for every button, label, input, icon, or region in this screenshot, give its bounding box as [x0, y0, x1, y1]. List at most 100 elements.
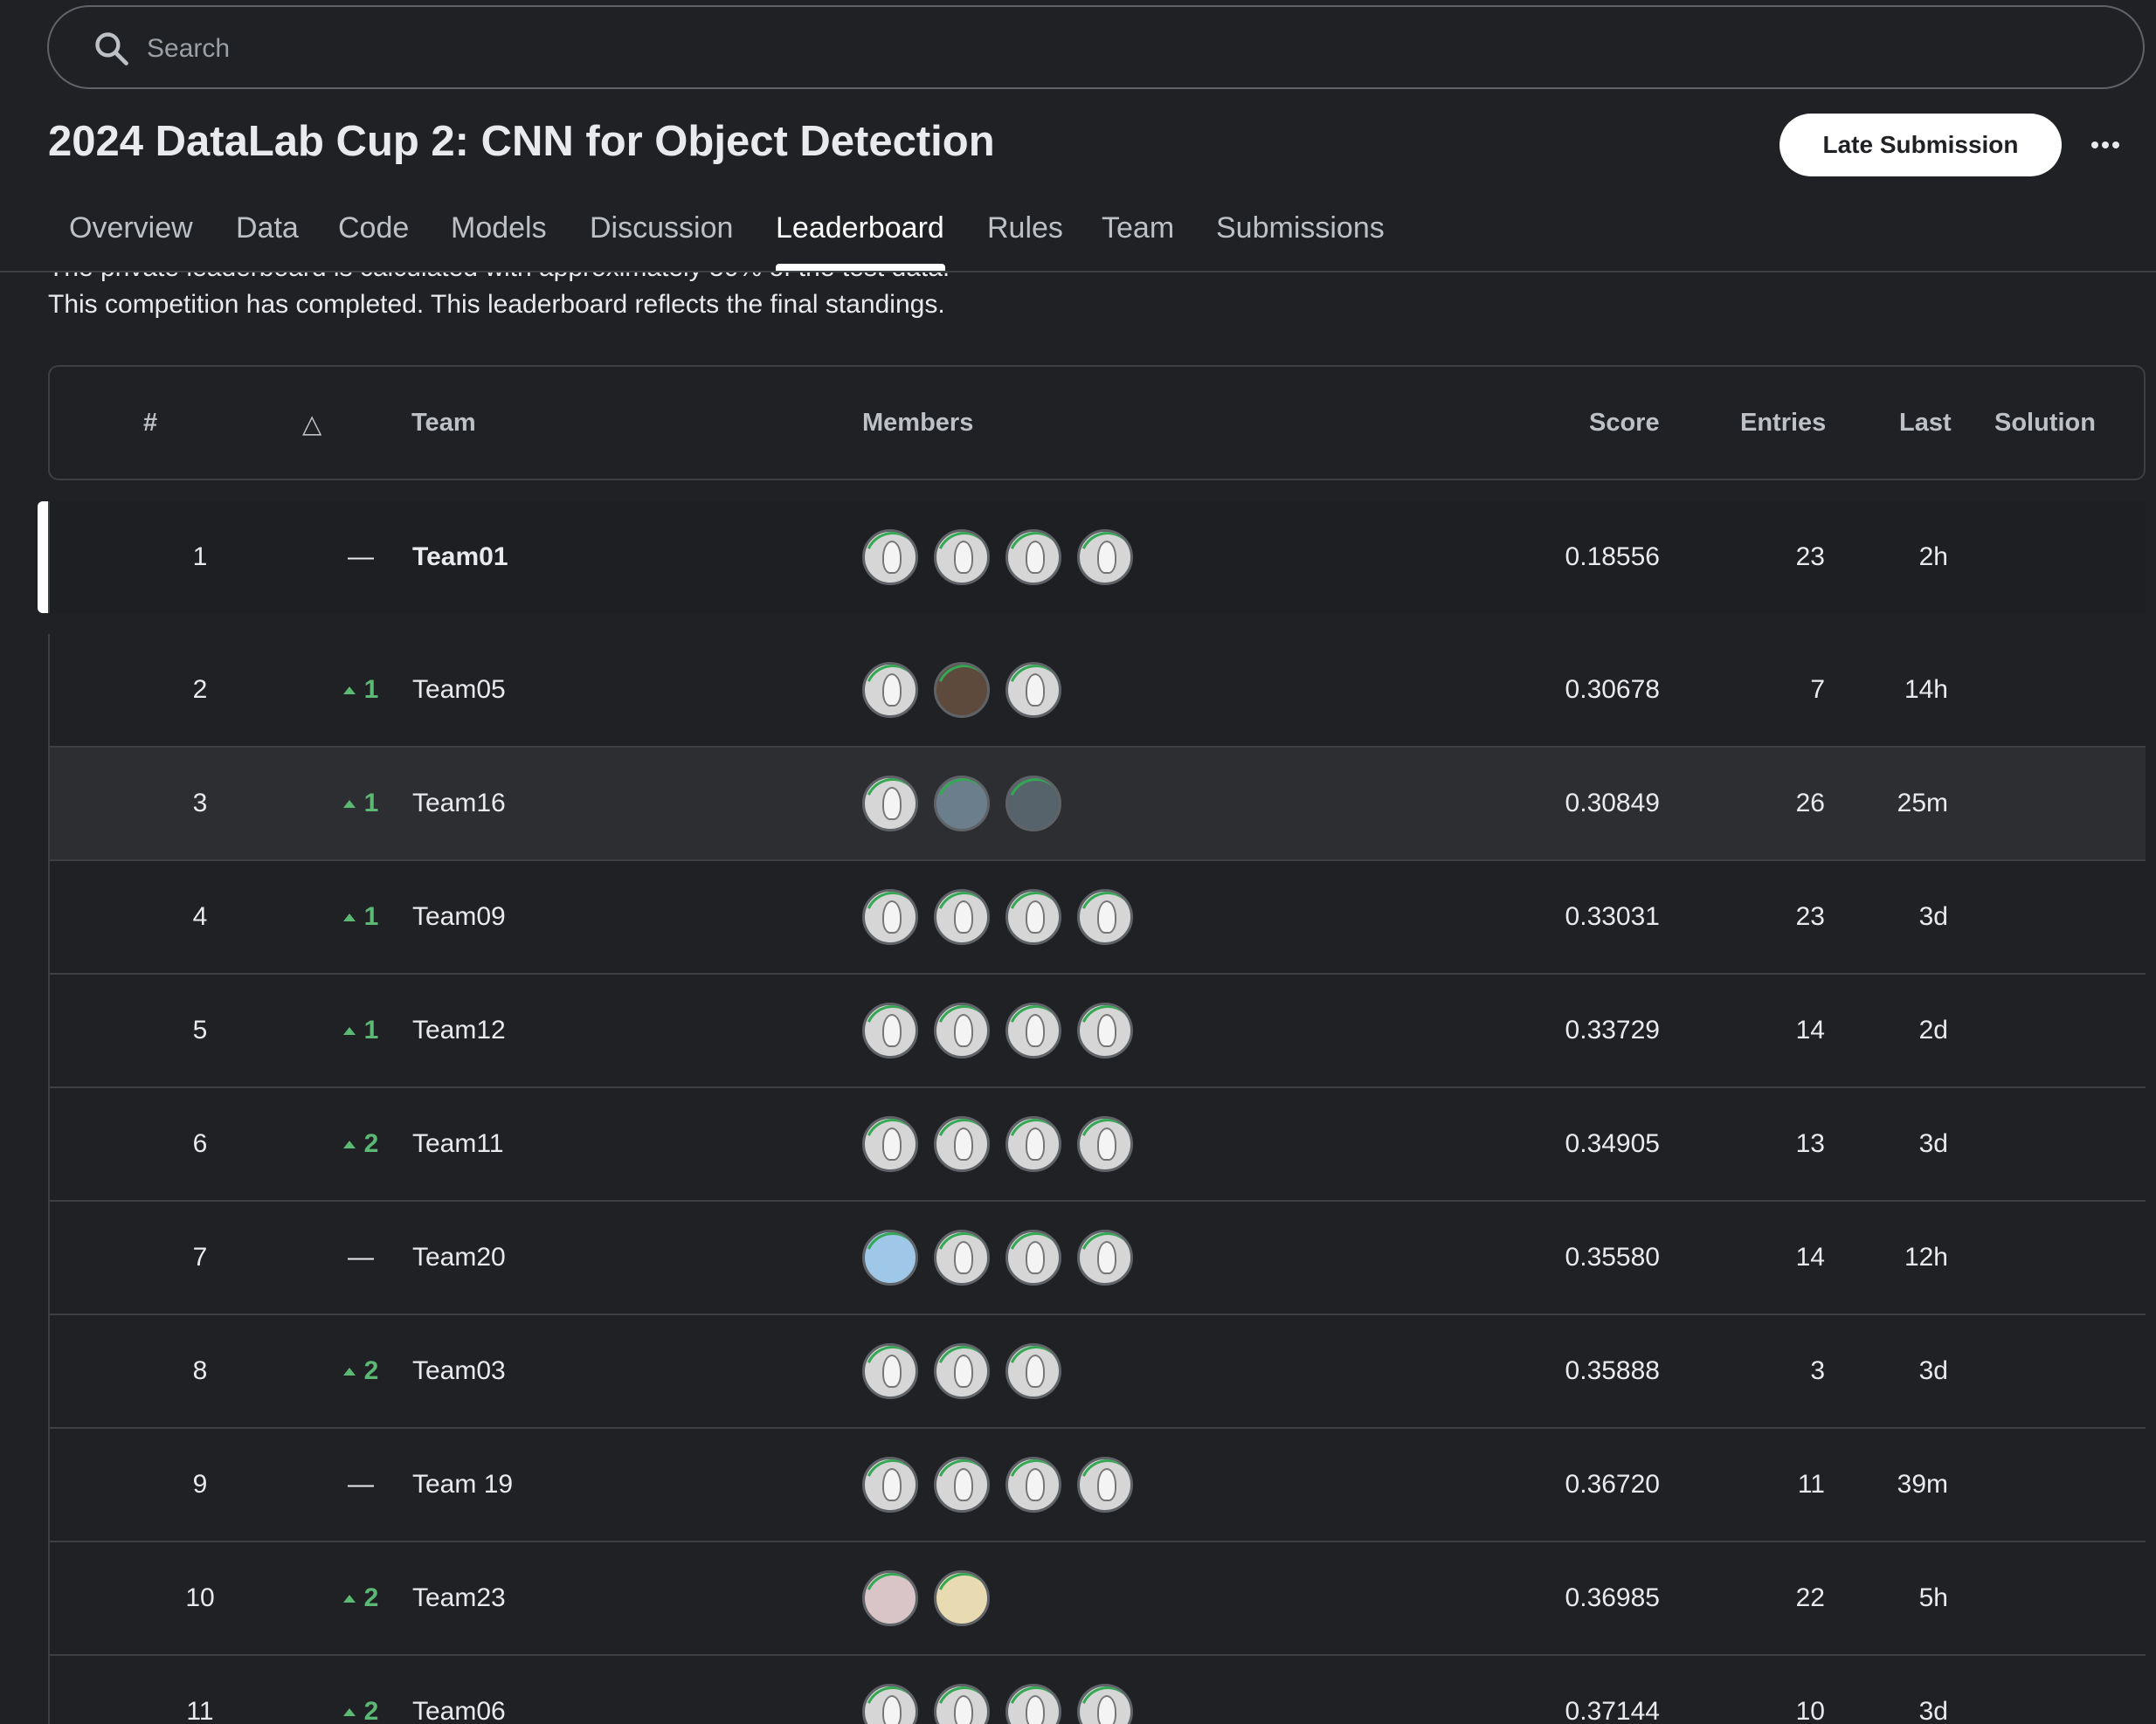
- entries-cell: 14: [1795, 1016, 1825, 1045]
- avatar[interactable]: [1005, 889, 1061, 945]
- avatar[interactable]: [1005, 1343, 1061, 1399]
- avatar[interactable]: [862, 1457, 918, 1513]
- avatar[interactable]: [1005, 529, 1061, 585]
- avatar[interactable]: [934, 529, 990, 585]
- avatar[interactable]: [934, 1003, 990, 1059]
- column-last[interactable]: Last: [1899, 409, 1952, 438]
- tab-code[interactable]: Code: [338, 211, 409, 245]
- tab-discussion[interactable]: Discussion: [590, 211, 733, 245]
- tab-leaderboard[interactable]: Leaderboard: [776, 211, 944, 245]
- avatar[interactable]: [862, 1684, 918, 1724]
- team-name[interactable]: Team12: [412, 975, 506, 1086]
- avatar[interactable]: [1005, 1230, 1061, 1286]
- table-row[interactable]: 5 1 Team12 0.33729 14 2d: [48, 975, 2146, 1088]
- team-name[interactable]: Team03: [412, 1315, 506, 1427]
- avatar[interactable]: [1005, 662, 1061, 718]
- members-cell: [862, 1202, 1133, 1314]
- avatar[interactable]: [934, 1343, 990, 1399]
- avatar[interactable]: [862, 1003, 918, 1059]
- avatar[interactable]: [934, 1570, 990, 1626]
- team-name[interactable]: Team11: [412, 1088, 504, 1200]
- avatar[interactable]: [1005, 1003, 1061, 1059]
- avatar[interactable]: [1005, 1457, 1061, 1513]
- members-cell: [862, 748, 1061, 859]
- rank-change-up: 1: [342, 1016, 378, 1045]
- members-cell: [862, 634, 1061, 746]
- table-row[interactable]: 9 — Team 19 0.36720 11 39m: [48, 1429, 2146, 1542]
- tab-team[interactable]: Team: [1102, 211, 1174, 245]
- column-rank[interactable]: #: [143, 409, 157, 438]
- avatar[interactable]: [862, 529, 918, 585]
- avatar[interactable]: [1005, 1116, 1061, 1172]
- tab-rules[interactable]: Rules: [987, 211, 1063, 245]
- late-submission-button[interactable]: Late Submission: [1779, 114, 2062, 176]
- default-avatar-icon: [882, 1695, 902, 1724]
- default-avatar-icon: [1026, 1695, 1045, 1724]
- column-delta[interactable]: △: [302, 409, 321, 439]
- avatar[interactable]: [934, 1457, 990, 1513]
- table-row[interactable]: 10 2 Team23 0.36985 22 5h: [48, 1542, 2146, 1656]
- team-name[interactable]: Team16: [412, 748, 506, 859]
- score-cell: 0.30678: [1565, 675, 1660, 704]
- table-row[interactable]: 7 — Team20 0.35580 14 12h: [48, 1202, 2146, 1315]
- avatar[interactable]: [862, 776, 918, 831]
- avatar[interactable]: [1077, 1457, 1133, 1513]
- team-name[interactable]: Team 19: [412, 1429, 513, 1541]
- table-header: # △ Team Members Score Entries Last Solu…: [48, 365, 2146, 480]
- rank-change-up: 1: [342, 789, 378, 818]
- rank-cell: 7: [192, 1243, 208, 1272]
- search-input[interactable]: [147, 24, 2069, 73]
- table-row[interactable]: 1 — Team01 0.18556 23 2h: [38, 501, 2146, 613]
- tab-overview[interactable]: Overview: [69, 211, 193, 245]
- rank-change-up: 1: [342, 902, 378, 932]
- avatar[interactable]: [1077, 1003, 1133, 1059]
- avatar[interactable]: [934, 776, 990, 831]
- table-row[interactable]: 8 2 Team03 0.35888 3 3d: [48, 1315, 2146, 1429]
- avatar[interactable]: [862, 662, 918, 718]
- avatar[interactable]: [1077, 1684, 1133, 1724]
- column-team[interactable]: Team: [411, 409, 476, 438]
- avatar[interactable]: [1005, 1684, 1061, 1724]
- table-row[interactable]: 11 2 Team06 0.37144 10 3d: [48, 1656, 2146, 1724]
- more-options-icon[interactable]: [2086, 126, 2125, 164]
- avatar[interactable]: [862, 1230, 918, 1286]
- table-row[interactable]: 6 2 Team11 0.34905 13 3d: [48, 1088, 2146, 1202]
- team-name[interactable]: Team09: [412, 861, 506, 973]
- tab-data[interactable]: Data: [236, 211, 299, 245]
- avatar[interactable]: [1077, 889, 1133, 945]
- avatar[interactable]: [934, 889, 990, 945]
- avatar[interactable]: [934, 1230, 990, 1286]
- search-icon: [95, 32, 128, 66]
- search-bar[interactable]: [47, 5, 2145, 89]
- avatar[interactable]: [862, 1116, 918, 1172]
- column-entries[interactable]: Entries: [1740, 409, 1826, 438]
- avatar[interactable]: [1077, 1230, 1133, 1286]
- table-row[interactable]: 2 1 Team05 0.30678 7 14h: [48, 634, 2146, 748]
- default-avatar-icon: [1026, 1355, 1045, 1388]
- no-change-dash: —: [348, 542, 374, 571]
- column-score[interactable]: Score: [1589, 409, 1660, 438]
- team-name[interactable]: Team20: [412, 1202, 506, 1314]
- team-name[interactable]: Team06: [412, 1656, 506, 1724]
- rank-change-value: 1: [363, 675, 379, 704]
- tab-models[interactable]: Models: [451, 211, 547, 245]
- team-name[interactable]: Team01: [412, 501, 508, 613]
- team-name[interactable]: Team05: [412, 634, 506, 746]
- tab-submissions[interactable]: Submissions: [1216, 211, 1385, 245]
- avatar[interactable]: [934, 1116, 990, 1172]
- table-row[interactable]: 3 1 Team16 0.30849 26 25m: [48, 748, 2146, 861]
- avatar[interactable]: [934, 1684, 990, 1724]
- team-name[interactable]: Team23: [412, 1542, 506, 1654]
- rank-change-value: 2: [363, 1129, 379, 1158]
- rank-change-up: 1: [342, 675, 379, 705]
- avatar[interactable]: [862, 889, 918, 945]
- table-row[interactable]: 4 1 Team09 0.33031 23 3d: [48, 861, 2146, 975]
- arrow-up-icon: [342, 1367, 356, 1376]
- avatar[interactable]: [934, 662, 990, 718]
- avatar[interactable]: [1005, 776, 1061, 831]
- avatar[interactable]: [1077, 529, 1133, 585]
- avatar[interactable]: [862, 1570, 918, 1626]
- avatar[interactable]: [1077, 1116, 1133, 1172]
- default-avatar-icon: [882, 1014, 902, 1047]
- avatar[interactable]: [862, 1343, 918, 1399]
